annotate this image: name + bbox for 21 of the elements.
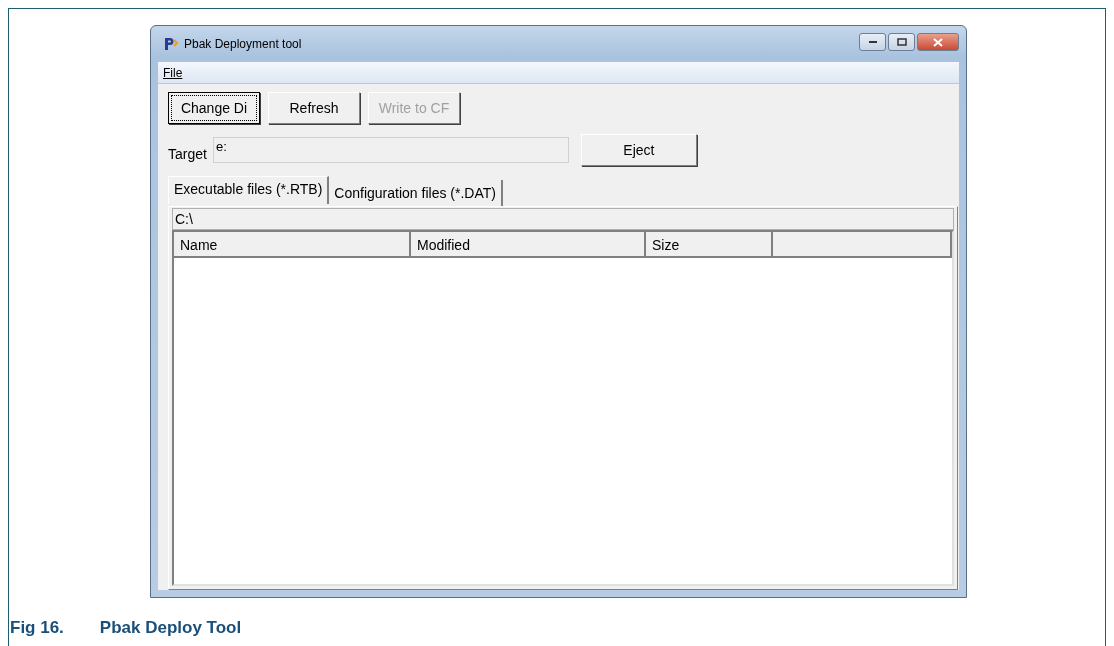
figure-label: Fig 16. [10, 618, 64, 638]
path-bar: C:\ [172, 208, 954, 230]
window-title: Pbak Deployment tool [184, 37, 302, 51]
close-button[interactable] [917, 33, 959, 51]
toolbar-button[interactable]: Refresh [268, 92, 360, 124]
menu-item[interactable]: File [158, 65, 188, 80]
column-header[interactable]: Modified [411, 232, 646, 258]
target-field[interactable]: e: [212, 137, 569, 163]
maximize-icon [896, 38, 907, 46]
toolbar-button[interactable]: Change Di [168, 92, 260, 124]
minimize-button[interactable] [859, 33, 886, 51]
target-label: Target [168, 146, 207, 162]
maximize-button[interactable] [888, 33, 915, 51]
column-header[interactable]: Name [174, 232, 411, 258]
minimize-icon [867, 40, 878, 44]
eject-button[interactable]: Eject [580, 134, 697, 166]
app-logo-icon [164, 37, 180, 51]
figure-caption: Pbak Deploy Tool [99, 618, 242, 638]
tab[interactable]: Executable files (*.RTB) [168, 176, 330, 204]
close-icon [933, 37, 943, 47]
column-header[interactable]: Size [646, 232, 773, 258]
